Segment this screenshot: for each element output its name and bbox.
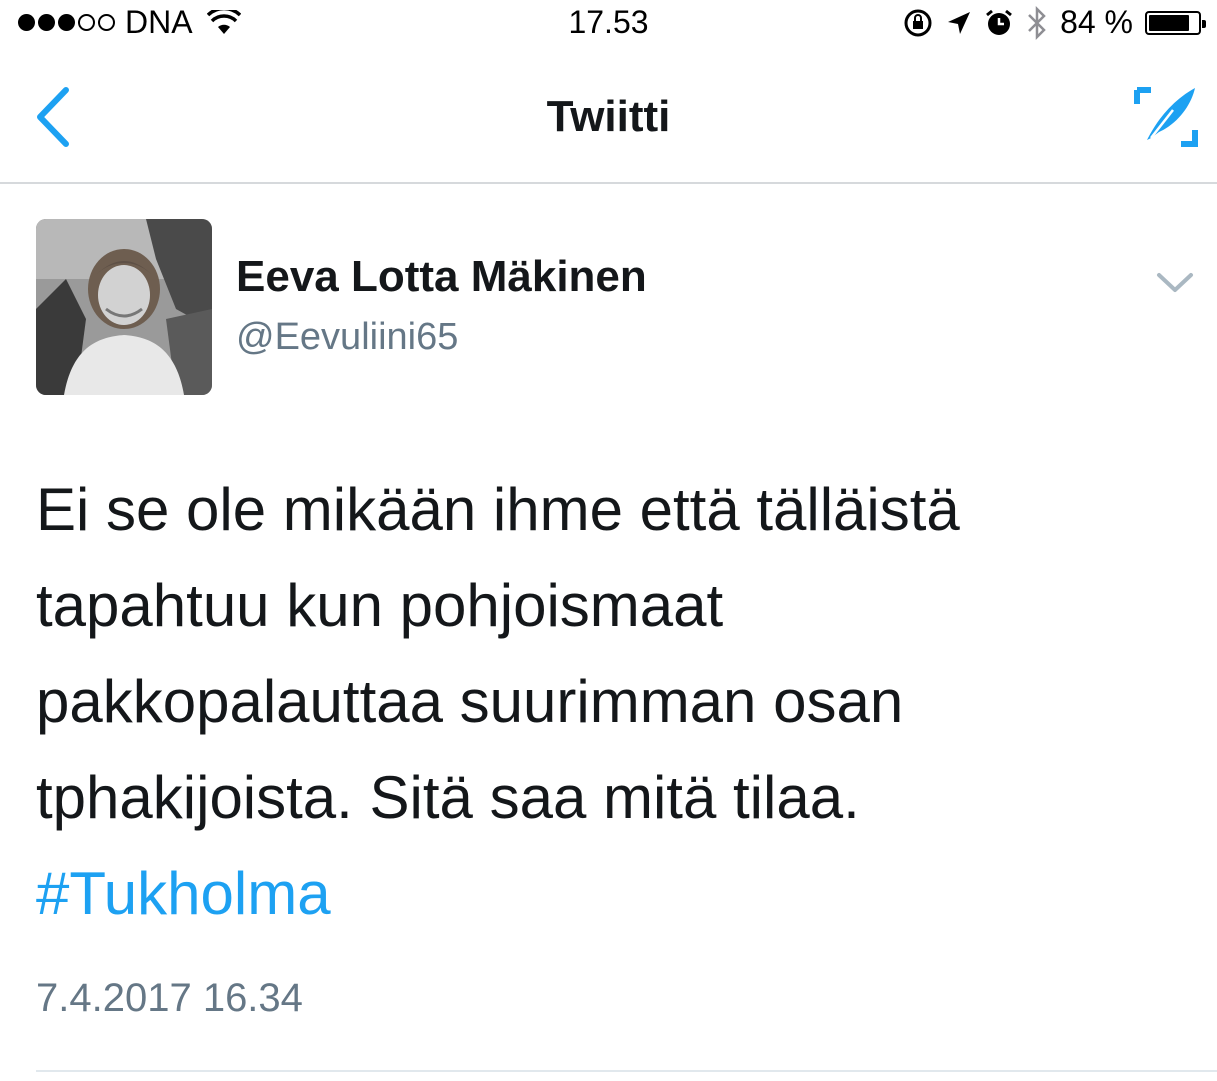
avatar[interactable] [36,219,212,395]
tweet-options-button[interactable] [1155,270,1195,296]
compose-tweet-button[interactable] [1133,84,1199,150]
status-bar: DNA 17.53 84 % [0,0,1217,44]
tweet-timestamp: 7.4.2017 16.34 [36,976,303,1020]
chevron-down-icon [1157,273,1193,292]
tweet-text: Ei se ole mikään ihme että tälläistä tap… [36,462,1176,942]
compose-tweet-icon [1134,87,1198,147]
hashtag-link[interactable]: #Tukholma [36,846,1176,942]
rotation-lock-icon [902,7,934,39]
tweet-text-line: Ei se ole mikään ihme että tälläistä [36,476,960,543]
battery-icon [1145,10,1206,35]
tweet-text-line: pakkopalauttaa suurimman osan [36,668,904,735]
avatar-photo [36,219,212,395]
divider [36,1070,1217,1072]
status-right: 84 % [902,4,1206,41]
tweet-text-line: tphakijoista. Sitä saa mitä tilaa. [36,764,860,831]
alarm-icon [984,8,1014,38]
page-title: Twiitti [546,92,671,141]
battery-percent: 84 % [1060,4,1133,40]
author-name[interactable]: Eeva Lotta Mäkinen [236,252,647,302]
navigation-bar: Twiitti [0,44,1217,184]
bluetooth-icon [1026,5,1048,41]
location-arrow-icon [946,10,972,36]
tweet-text-line: tapahtuu kun pohjoismaat [36,572,724,639]
author-handle[interactable]: @Eevuliini65 [236,316,458,359]
battery-level [1149,14,1190,31]
